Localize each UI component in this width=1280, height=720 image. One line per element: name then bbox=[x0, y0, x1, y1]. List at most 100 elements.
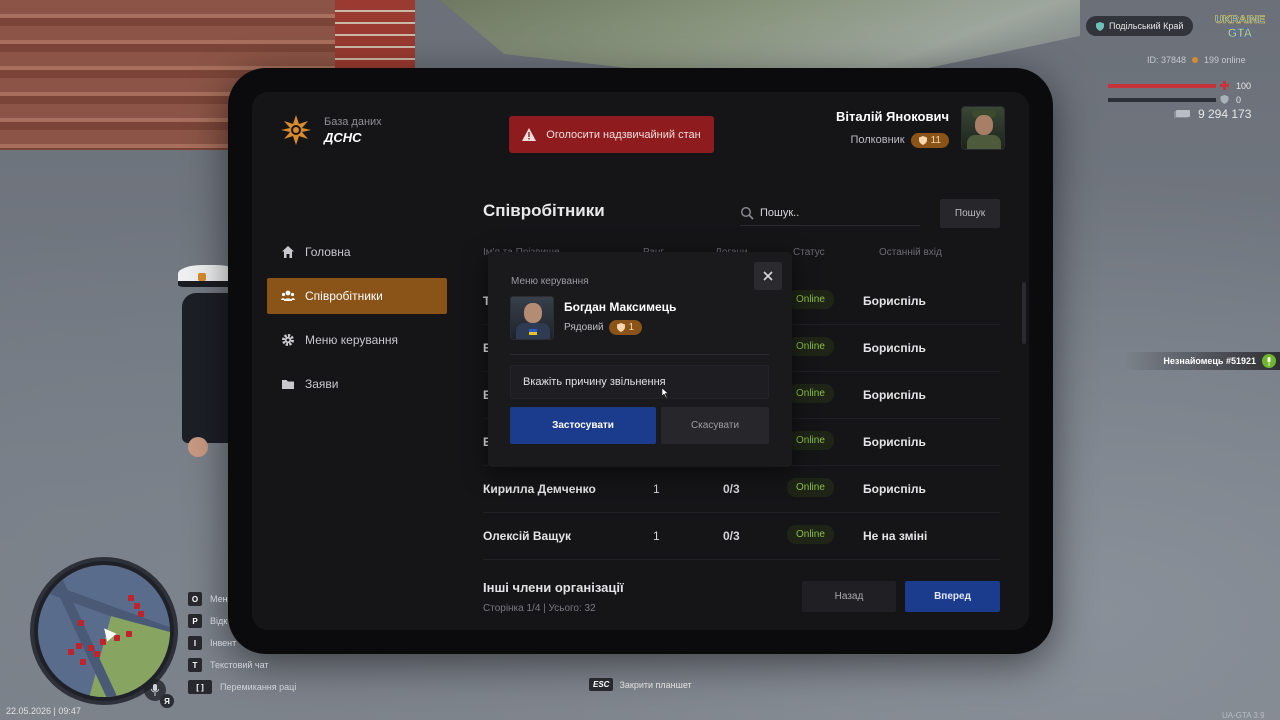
employee-last-login: Не на зміні bbox=[863, 529, 928, 543]
voice-icon bbox=[1262, 354, 1276, 368]
org-name: ДСНС bbox=[324, 129, 362, 145]
svg-text:GTA: GTA bbox=[1228, 26, 1253, 40]
money-value: 9 294 173 bbox=[1198, 107, 1252, 121]
user-name: Віталій Янокович bbox=[835, 108, 949, 124]
health-bar bbox=[1108, 84, 1216, 88]
version-label: UA-GTA 3.9 bbox=[1222, 711, 1265, 720]
home-icon bbox=[282, 246, 294, 258]
key-cap: [ ] bbox=[188, 680, 212, 694]
table-row[interactable]: Олексій Ващук 1 0/3 Online Не на зміні bbox=[483, 513, 1000, 560]
gear-icon bbox=[282, 334, 294, 346]
cancel-button[interactable]: Скасувати bbox=[661, 407, 769, 444]
user-level: 11 bbox=[930, 134, 941, 146]
declare-emergency-button[interactable]: Оголосити надзвичайний стан bbox=[509, 116, 714, 153]
users-icon bbox=[281, 290, 295, 301]
keybind-row: [ ] Перемикання раці bbox=[188, 676, 296, 698]
pagination-info: Сторінка 1/4 | Усього: 32 bbox=[483, 603, 596, 614]
game-logo: UKRAINE GTA bbox=[1215, 14, 1266, 40]
keybind-row: O Мен bbox=[188, 588, 296, 610]
keybind-row: T Текстовий чат bbox=[188, 654, 296, 676]
status-badge: Online bbox=[787, 525, 834, 544]
search-field[interactable]: Пошук.. bbox=[740, 200, 920, 226]
keybind-hints: O Мен P Відк I Інвент T Текстовий чат [ … bbox=[188, 588, 296, 698]
folder-icon bbox=[282, 380, 294, 389]
search-button[interactable]: Пошук bbox=[940, 199, 1000, 228]
employee-level: 1 bbox=[628, 322, 635, 333]
nearby-player-tag: Незнайомець #51921 bbox=[1124, 352, 1280, 370]
sidebar-item-control-menu[interactable]: Меню керування bbox=[267, 322, 447, 358]
employee-name: Богдан Максимець bbox=[564, 300, 677, 314]
page-title: Співробітники bbox=[483, 201, 605, 220]
apply-button[interactable]: Застосувати bbox=[510, 407, 656, 444]
employee-name: Олексій Ващук bbox=[483, 529, 572, 543]
employee-name: Кирилла Демченко bbox=[483, 482, 596, 496]
sidebar-item-employees[interactable]: Співробітники bbox=[267, 278, 447, 314]
armor-bar bbox=[1108, 98, 1216, 102]
close-button[interactable] bbox=[754, 262, 782, 290]
search-placeholder: Пошук.. bbox=[760, 206, 800, 219]
employee-rank-row: Рядовий 1 bbox=[564, 320, 643, 335]
employee-last-login: Бориспіль bbox=[863, 482, 926, 496]
keybind-label: Текстовий чат bbox=[210, 660, 269, 670]
employee-rank: 1 bbox=[653, 529, 660, 543]
org-logo: База даних ДСНС bbox=[280, 114, 382, 146]
employee-level-badge: 1 bbox=[608, 320, 643, 335]
health-value: 100 bbox=[1236, 81, 1252, 91]
sidebar-item-label: Головна bbox=[305, 245, 351, 259]
key-cap: P bbox=[188, 614, 202, 628]
keybind-label: Інвент bbox=[210, 638, 237, 648]
column-header-last-login: Останній вхід bbox=[879, 247, 942, 258]
sidebar-item-home[interactable]: Головна bbox=[267, 234, 447, 270]
divider bbox=[510, 354, 769, 355]
sidebar-item-applications[interactable]: Заяви bbox=[267, 366, 447, 402]
region-name: Подільський Край bbox=[1109, 21, 1184, 31]
back-button[interactable]: Назад bbox=[802, 581, 896, 612]
close-tablet-label: Закрити планшет bbox=[619, 679, 692, 690]
mouse-cursor-icon bbox=[662, 388, 669, 398]
svg-text:UKRAINE: UKRAINE bbox=[1215, 14, 1265, 26]
dismissal-reason-input[interactable] bbox=[510, 365, 769, 399]
employee-warnings: 0/3 bbox=[723, 529, 740, 543]
player-id: ID: 37848 bbox=[1147, 55, 1187, 65]
brick-wall bbox=[335, 0, 415, 70]
user-level-badge: 11 bbox=[910, 132, 949, 148]
keybind-label: Перемикання раці bbox=[220, 682, 297, 692]
shield-icon bbox=[616, 323, 625, 332]
status-badge: Online bbox=[787, 431, 834, 450]
money-row: 9 294 173 bbox=[1174, 107, 1251, 121]
key-cap: T bbox=[188, 658, 202, 672]
sidebar-nav: Головна Співробітники Меню керування Зая… bbox=[267, 234, 447, 410]
employee-last-login: Бориспіль bbox=[863, 341, 926, 355]
user-profile: Віталій Янокович Полковник 11 bbox=[836, 106, 1005, 150]
org-subtitle: База даних bbox=[324, 115, 382, 128]
status-badge: Online bbox=[787, 337, 834, 356]
table-row[interactable]: Кирилла Демченко 1 0/3 Online Бориспіль bbox=[483, 466, 1000, 513]
employee-warnings: 0/3 bbox=[723, 482, 740, 496]
employee-rank: 1 bbox=[653, 482, 660, 496]
employee-rank: Рядовий bbox=[564, 322, 604, 333]
online-icon bbox=[1192, 57, 1199, 63]
table-scrollbar[interactable] bbox=[1022, 282, 1026, 344]
other-members-title: Інші члени організації bbox=[483, 580, 624, 595]
other-members-section: Інші члени організації Сторінка 1/4 | Ус… bbox=[483, 580, 624, 614]
key-cap: O bbox=[188, 592, 202, 606]
sidebar-item-label: Меню керування bbox=[305, 333, 399, 347]
dsns-emblem-icon bbox=[281, 115, 311, 145]
employee-avatar bbox=[510, 296, 554, 340]
employee-last-login: Бориспіль bbox=[863, 388, 926, 402]
declare-emergency-label: Оголосити надзвичайний стан bbox=[546, 128, 701, 141]
status-badge: Online bbox=[787, 384, 834, 403]
sidebar-item-label: Співробітники bbox=[305, 289, 383, 303]
forward-button[interactable]: Вперед bbox=[905, 581, 1000, 612]
search-icon bbox=[740, 206, 754, 220]
sidebar-item-label: Заяви bbox=[305, 377, 339, 391]
nearby-player-name: Незнайомець #51921 bbox=[1163, 356, 1256, 366]
close-icon bbox=[763, 271, 773, 281]
shield-icon bbox=[918, 135, 927, 145]
key-cap: I bbox=[188, 636, 202, 650]
modal-title: Меню керування bbox=[511, 276, 589, 287]
region-badge: Подільський Край bbox=[1086, 16, 1194, 36]
armor-value: 0 bbox=[1236, 95, 1242, 105]
keybind-label: Мен bbox=[210, 594, 228, 604]
location-icon bbox=[1096, 21, 1104, 31]
